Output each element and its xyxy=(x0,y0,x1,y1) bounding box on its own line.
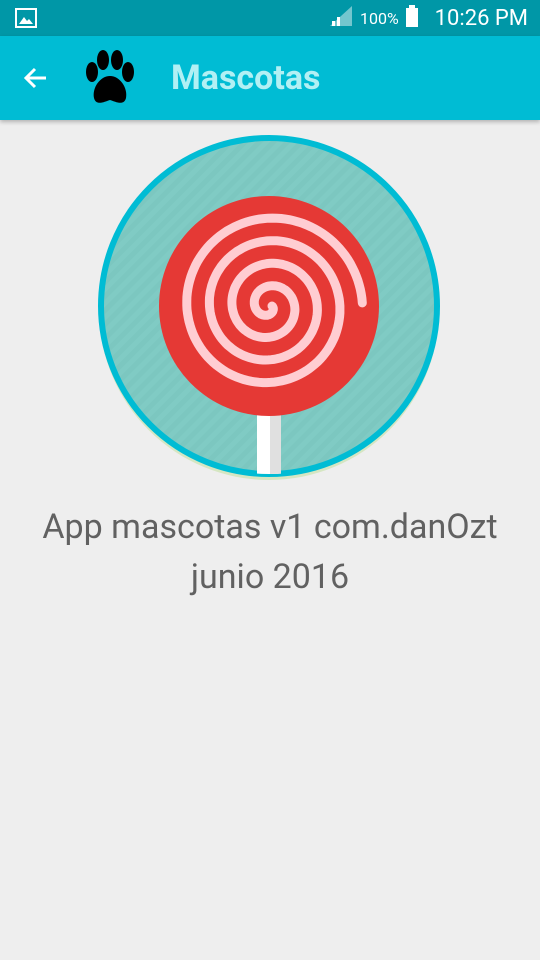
signal-icon xyxy=(328,4,354,32)
lollipop-logo xyxy=(94,134,444,484)
page-title: Mascotas xyxy=(171,58,321,98)
app-version-label: App mascotas v1 com.danOzt xyxy=(42,507,498,547)
app-bar: Mascotas xyxy=(0,36,540,120)
clock: 10:26 PM xyxy=(434,5,528,31)
battery-icon xyxy=(405,4,419,32)
arrow-left-icon xyxy=(23,67,46,89)
battery-percent: 100% xyxy=(359,8,399,28)
about-info: App mascotas v1 com.danOzt junio 2016 xyxy=(0,502,540,602)
paw-icon xyxy=(82,48,138,108)
status-bar: 100% 10:26 PM xyxy=(0,0,540,36)
back-button[interactable] xyxy=(20,62,52,94)
release-date-label: junio 2016 xyxy=(190,557,350,597)
gallery-notification-icon xyxy=(14,6,38,34)
